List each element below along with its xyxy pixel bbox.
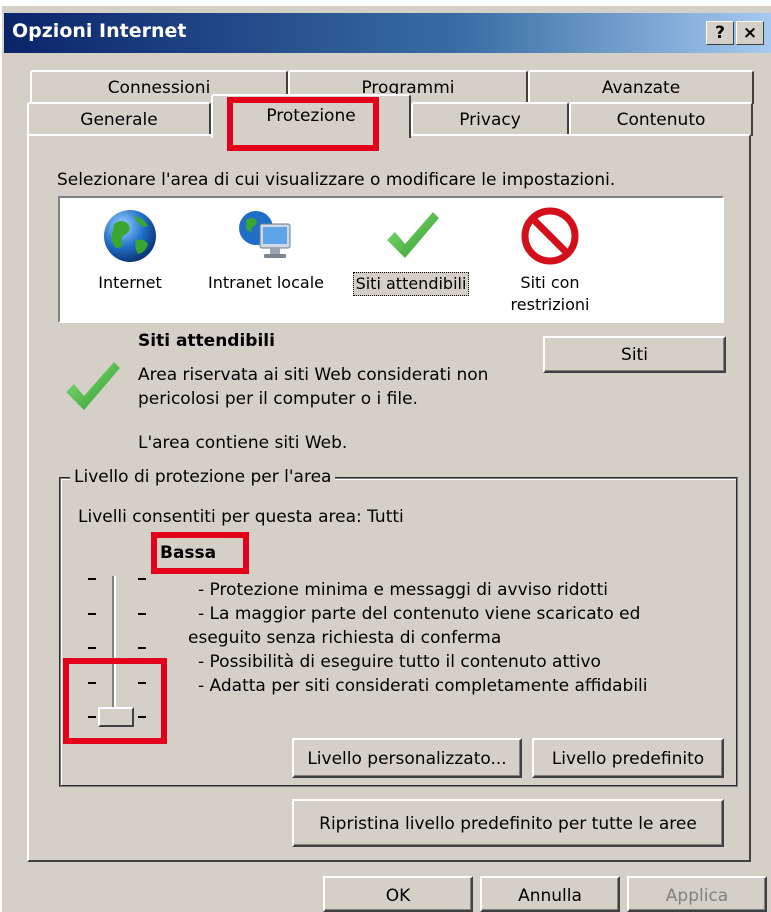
zones-instruction: Selezionare l'area di cui visualizzare o…: [57, 170, 616, 190]
slider-tick: [138, 612, 146, 615]
zone-info-icon: [62, 356, 122, 421]
cancel-button[interactable]: Annulla: [480, 876, 620, 912]
level-bullet-2: - La maggior parte del contenuto viene s…: [198, 604, 641, 624]
slider-tick: [88, 578, 96, 580]
zone-label-line2: restrizioni: [510, 295, 590, 314]
zone-info-contains: L'area contiene siti Web.: [138, 433, 348, 453]
highlight-slider-thumb: [63, 658, 167, 744]
allowed-levels-text: Livelli consentiti per questa area: Tutt…: [78, 507, 404, 527]
slider-tick: [138, 578, 146, 580]
zone-trusted-sites[interactable]: Siti attendibili: [346, 206, 476, 296]
zone-intranet[interactable]: Intranet locale: [196, 206, 336, 294]
zone-restricted-sites[interactable]: Siti con restrizioni: [490, 206, 610, 316]
zone-internet[interactable]: Internet: [82, 206, 178, 294]
zone-list[interactable]: Internet Intranet locale Siti attendibil…: [58, 196, 724, 323]
slider-tick: [138, 647, 146, 649]
zone-info-desc-line1: Area riservata ai siti Web considerati n…: [138, 365, 489, 385]
checkmark-icon: [381, 206, 441, 266]
level-bullet-3: - Possibilità di eseguire tutto il conte…: [198, 652, 601, 672]
highlight-level-name: [151, 532, 249, 574]
level-bullet-4: - Adatta per siti considerati completame…: [198, 676, 648, 696]
slider-tick: [88, 647, 96, 649]
level-bullet-2-cont: eseguito senza richiesta di conferma: [188, 628, 502, 648]
zone-label: Intranet locale: [208, 273, 324, 292]
no-entry-icon: [520, 206, 580, 266]
zone-label: Internet: [98, 273, 162, 292]
reset-all-zones-button[interactable]: Ripristina livello predefinito per tutte…: [292, 799, 724, 847]
globe-icon: [100, 206, 160, 266]
highlight-protezione-tab: [227, 97, 379, 151]
apply-button[interactable]: Applica: [627, 876, 767, 912]
zone-info-title: Siti attendibili: [138, 331, 275, 351]
intranet-computer-icon: [236, 206, 296, 266]
security-level-group-label: Livello di protezione per l'area: [70, 467, 336, 487]
zone-label: Siti attendibili: [352, 272, 470, 296]
zone-info-desc-line2: pericolosi per il computer o i file.: [138, 389, 418, 409]
sites-button[interactable]: Siti: [543, 336, 726, 373]
zone-label-line1: Siti con: [520, 273, 580, 292]
custom-level-button[interactable]: Livello personalizzato...: [292, 738, 522, 778]
level-bullet-1: - Protezione minima e messaggi di avviso…: [198, 580, 609, 600]
default-level-button[interactable]: Livello predefinito: [532, 738, 724, 778]
ok-button[interactable]: OK: [323, 876, 473, 912]
slider-tick: [88, 612, 96, 615]
